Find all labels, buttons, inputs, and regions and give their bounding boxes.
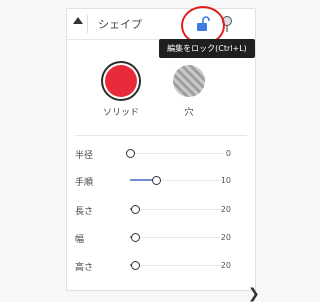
slider-label: 半径 [75, 151, 94, 161]
slider-thumb[interactable] [152, 176, 162, 185]
slider-label: 高さ [75, 263, 94, 273]
slider-label: 幅 [75, 235, 85, 245]
slider-label: 長さ [75, 207, 94, 217]
slider-row-length: 長さ 20 [67, 202, 255, 218]
fill-hole-label: 穴 [184, 108, 194, 118]
slider-label: 手順 [75, 178, 94, 188]
fill-solid-option[interactable]: ソリッド [101, 61, 141, 118]
slider-value: 20 [220, 205, 231, 214]
slider-thumb[interactable] [126, 149, 135, 158]
collapse-arrow-icon[interactable] [73, 17, 83, 24]
slider-thumb[interactable] [130, 205, 140, 214]
hole-swatch [173, 65, 205, 97]
fill-solid-label: ソリッド [102, 108, 139, 118]
slider-value: 20 [220, 233, 231, 242]
fill-hole-option[interactable]: 穴 [169, 61, 209, 118]
slider-track[interactable] [130, 205, 224, 214]
slider-thumb[interactable] [130, 261, 140, 270]
slider-row-steps: 手順 10 [67, 173, 255, 189]
slider-value: 20 [220, 261, 231, 270]
slider-value: 0 [225, 149, 231, 158]
slider-track[interactable] [130, 176, 224, 185]
slider-row-width: 幅 20 [67, 230, 255, 246]
lock-tooltip: 編集をロック(Ctrl+L) [159, 39, 255, 58]
slider-thumb[interactable] [130, 233, 140, 242]
slider-row-radius: 半径 0 [67, 146, 255, 162]
slider-track[interactable] [130, 233, 224, 242]
slider-value: 10 [220, 176, 231, 185]
slider-track[interactable] [130, 261, 224, 270]
header-divider [87, 15, 88, 33]
solid-swatch [105, 65, 137, 97]
panel-title: シェイプ [98, 18, 142, 31]
section-divider [75, 135, 247, 136]
slider-track[interactable] [126, 149, 224, 158]
panel-header: シェイプ [67, 9, 255, 40]
hole-swatch-ring [169, 61, 209, 101]
shape-panel: シェイプ 編集をロック(Ctrl+L) ソリッド 穴 半径 0 手順 10 長さ… [66, 6, 256, 291]
solid-swatch-ring [101, 61, 141, 101]
slider-row-height: 高さ 20 [67, 258, 255, 274]
